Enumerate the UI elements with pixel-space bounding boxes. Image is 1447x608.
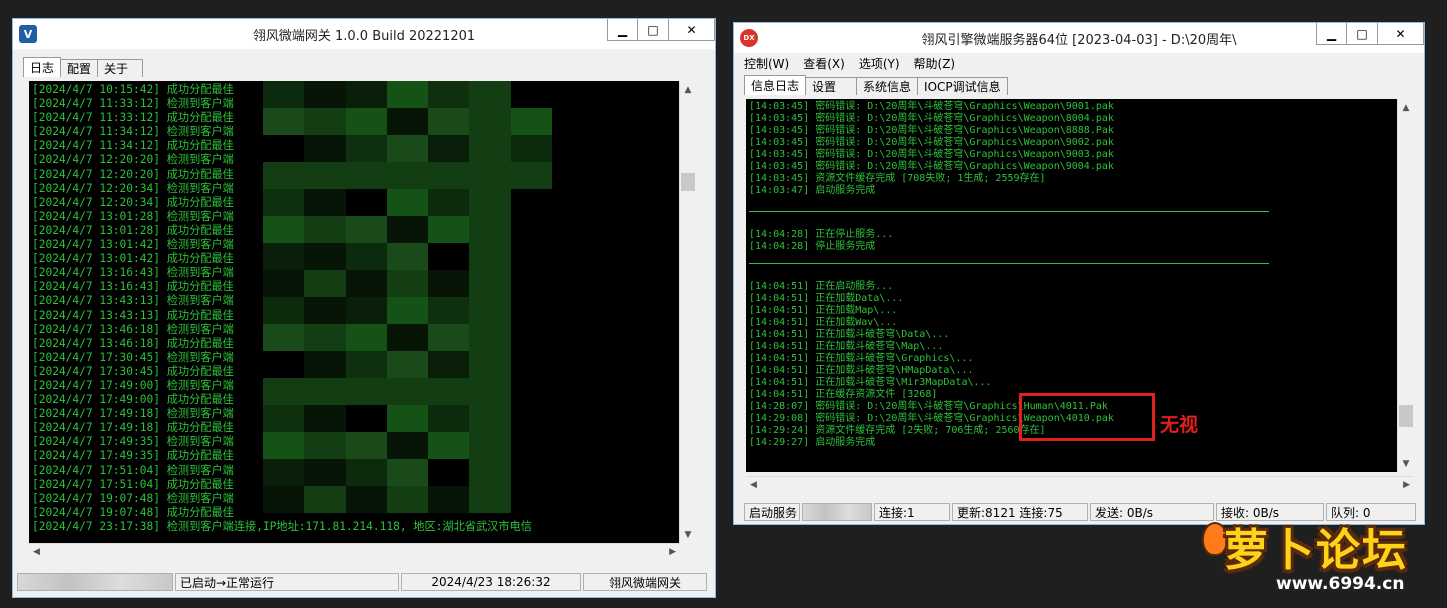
log-line: [14:04:51] 正在加载斗破苍穹\Map\...	[749, 341, 944, 352]
log-line: [14:03:47] 启动服务完成	[749, 185, 876, 196]
server-window: DX 翎风引擎微端服务器64位 [2023-04-03] - D:\20周年\ …	[733, 22, 1425, 525]
log-line: [14:04:51] 正在加载斗破苍穹\Mir3MapData\...	[749, 377, 992, 388]
status-app-name: 翎风微端网关	[583, 573, 707, 591]
scroll-down-icon[interactable]: ▼	[680, 526, 696, 543]
server-tabs: 信息日志 设置 系统信息 IOCP调试信息	[744, 75, 1008, 95]
log-line: [14:04:51] 正在加载斗破苍穹\HMapData\...	[749, 365, 974, 376]
scroll-left-icon[interactable]: ◀	[746, 480, 757, 490]
log-line: [14:03:45] 密码错误: D:\20周年\斗破苍穹\Graphics\W…	[749, 137, 1114, 148]
tab-iocp-debug[interactable]: IOCP调试信息	[917, 77, 1008, 95]
status-redacted	[802, 503, 872, 521]
minimize-button[interactable]: ▁	[1316, 23, 1347, 45]
log-line: [14:04:51] 正在加载Wav\...	[749, 317, 898, 328]
server-hscroll[interactable]: ◀ ▶	[746, 476, 1414, 493]
log-line: [14:04:51] 正在加载斗破苍穹\Graphics\...	[749, 353, 974, 364]
log-line: [14:04:51] 正在加载Data\...	[749, 293, 904, 304]
status-updates: 更新:8121	[957, 505, 1016, 520]
scroll-right-icon[interactable]: ▶	[1403, 480, 1414, 490]
log-line: [14:04:51] 正在加载Map\...	[749, 305, 898, 316]
gateway-statusbar: 已启动→正常运行 2024/4/23 18:26:32 翎风微端网关	[17, 573, 709, 591]
tab-info-log[interactable]: 信息日志	[744, 75, 807, 95]
scroll-up-icon[interactable]: ▲	[1398, 99, 1414, 116]
gateway-vscroll[interactable]: ▲ ▼	[679, 81, 696, 543]
log-line: [14:03:45] 密码错误: D:\20周年\斗破苍穹\Graphics\W…	[749, 113, 1114, 124]
status-updates-connections: 更新:8121 连接:75	[952, 503, 1088, 521]
log-line: [14:04:28] 停止服务完成	[749, 241, 876, 252]
tab-system-info[interactable]: 系统信息	[856, 77, 919, 95]
scroll-thumb[interactable]	[681, 173, 695, 191]
gateway-window: V 翎风微端网关 1.0.0 Build 20221201 ▁ □ ✕ 日志 配…	[12, 18, 716, 598]
minimize-button[interactable]: ▁	[607, 19, 638, 41]
app-v-icon: V	[19, 25, 37, 43]
scroll-down-icon[interactable]: ▼	[1398, 455, 1414, 472]
gateway-titlebar[interactable]: V 翎风微端网关 1.0.0 Build 20221201 ▁ □ ✕	[13, 19, 715, 49]
gateway-hscroll[interactable]: ◀ ▶	[29, 543, 680, 560]
tab-about[interactable]: 关于	[97, 59, 144, 77]
log-line: [2024/4/7 23:17:38] 检测到客户端连接,IP地址:171.81…	[32, 519, 532, 533]
server-menubar: 控制(W) 查看(X) 选项(Y) 帮助(Z)	[734, 53, 1424, 73]
highlight-box	[1019, 393, 1155, 441]
server-title: 翎风引擎微端服务器64位 [2023-04-03] - D:\20周年\	[921, 32, 1237, 48]
server-vscroll[interactable]: ▲ ▼	[1397, 99, 1414, 472]
log-line: [14:03:45] 资源文件缓存完成 [708失败; 1生成; 2559存在]	[749, 173, 1046, 184]
status-connections2: 连接:75	[1019, 505, 1063, 520]
log-line: [14:04:51] 正在加载斗破苍穹\Data\...	[749, 329, 950, 340]
scroll-left-icon[interactable]: ◀	[29, 547, 40, 557]
tab-settings[interactable]: 设置	[805, 77, 858, 95]
log-separator	[749, 211, 1269, 212]
watermark-logo: 萝卜论坛 www.6994.cn	[1196, 508, 1436, 604]
watermark-brand: 萝卜论坛	[1224, 525, 1408, 576]
ignore-annotation: 无视	[1160, 414, 1199, 436]
tab-log[interactable]: 日志	[23, 57, 62, 77]
start-service-button[interactable]: 启动服务	[744, 503, 800, 521]
log-line: [14:04:51] 正在启动服务...	[749, 281, 894, 292]
menu-help[interactable]: 帮助(Z)	[914, 55, 956, 72]
scroll-right-icon[interactable]: ▶	[669, 547, 680, 557]
menu-options[interactable]: 选项(Y)	[859, 55, 900, 72]
app-dx-icon: DX	[740, 29, 758, 47]
gateway-title: 翎风微端网关 1.0.0 Build 20221201	[252, 28, 476, 44]
log-separator	[749, 263, 1269, 264]
log-line: [14:03:45] 密码错误: D:\20周年\斗破苍穹\Graphics\W…	[749, 125, 1114, 136]
log-line: [14:03:45] 密码错误: D:\20周年\斗破苍穹\Graphics\W…	[749, 101, 1114, 112]
scroll-thumb[interactable]	[1399, 405, 1413, 427]
log-line: [14:04:28] 正在停止服务...	[749, 229, 894, 240]
log-line: [14:03:45] 密码错误: D:\20周年\斗破苍穹\Graphics\W…	[749, 161, 1114, 172]
maximize-button[interactable]: □	[1347, 23, 1378, 45]
scroll-up-icon[interactable]: ▲	[680, 81, 696, 98]
gateway-tabs: 日志 配置 关于	[23, 57, 144, 77]
tab-config[interactable]: 配置	[60, 59, 99, 77]
menu-control[interactable]: 控制(W)	[744, 55, 789, 72]
status-datetime: 2024/4/23 18:26:32	[401, 573, 581, 591]
status-connections: 连接:1	[874, 503, 950, 521]
log-line: [14:03:45] 密码错误: D:\20周年\斗破苍穹\Graphics\W…	[749, 149, 1114, 160]
status-redacted	[17, 573, 173, 591]
maximize-button[interactable]: □	[638, 19, 669, 41]
server-titlebar[interactable]: DX 翎风引擎微端服务器64位 [2023-04-03] - D:\20周年\ …	[734, 23, 1424, 53]
close-button[interactable]: ✕	[1378, 23, 1424, 45]
close-button[interactable]: ✕	[669, 19, 715, 41]
status-state: 已启动→正常运行	[175, 573, 399, 591]
menu-view[interactable]: 查看(X)	[803, 55, 845, 72]
pixelated-redaction	[263, 81, 593, 513]
watermark-url: www.6994.cn	[1276, 574, 1405, 594]
